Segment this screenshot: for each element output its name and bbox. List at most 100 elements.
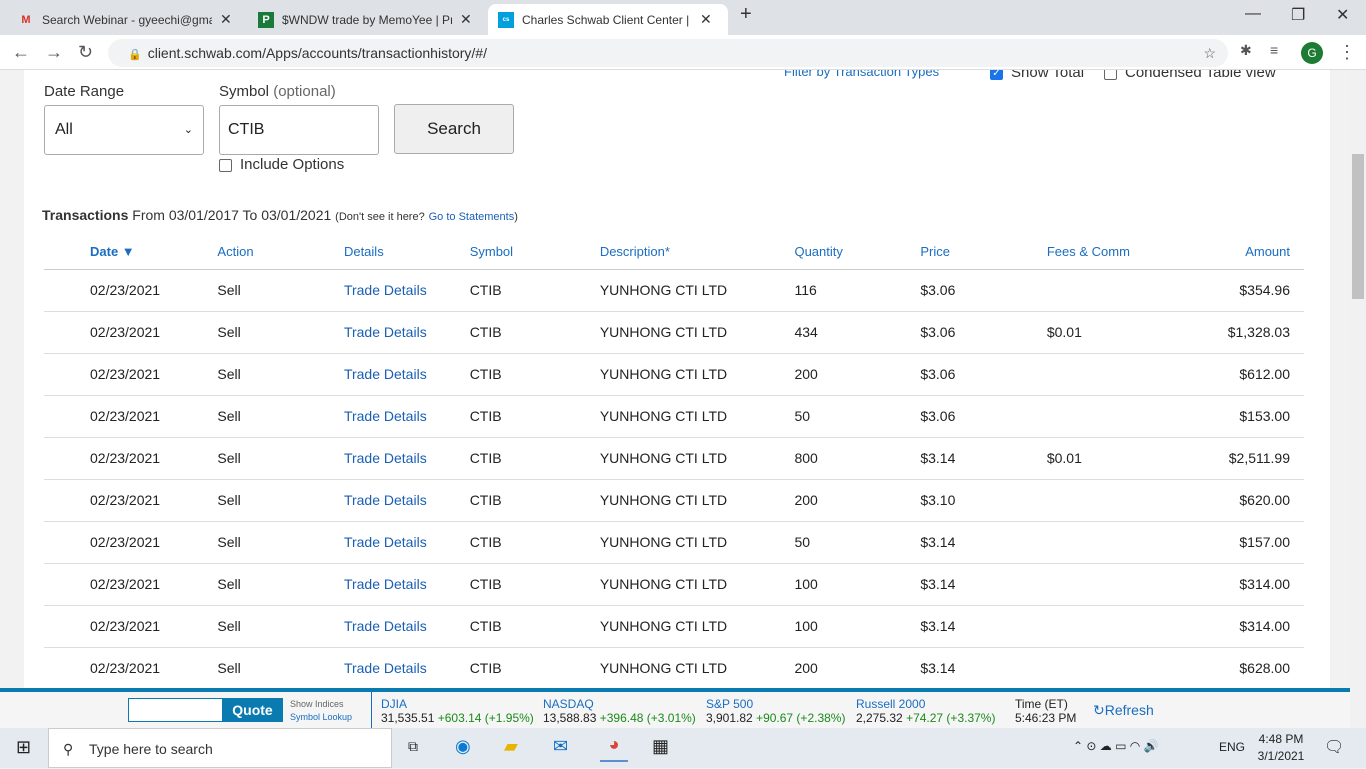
- trade-details-link-cell[interactable]: Trade Details: [343, 521, 470, 564]
- gmail-icon: M: [21, 13, 31, 26]
- tab-gmail[interactable]: M Search Webinar - gyeechi@gmail ✕: [8, 4, 242, 35]
- star-icon[interactable]: ☆: [1203, 39, 1216, 67]
- action-cell: Sell: [217, 353, 344, 396]
- menu-icon[interactable]: ⋮: [1338, 42, 1356, 63]
- trade-details-link-cell[interactable]: Trade Details: [343, 311, 470, 354]
- trade-details-link-cell[interactable]: Trade Details: [343, 353, 470, 396]
- date-range-select[interactable]: All ⌄: [44, 105, 204, 155]
- quantity-cell: 200: [794, 647, 921, 688]
- trade-details-link-cell[interactable]: Trade Details: [343, 437, 470, 480]
- index-djia[interactable]: DJIA 31,535.51 +603.14 (+1.95%): [381, 697, 534, 725]
- fees-cell: [1046, 563, 1201, 606]
- transactions-summary: Transactions From 03/01/2017 To 03/01/20…: [42, 207, 518, 223]
- new-tab-icon[interactable]: +: [740, 3, 752, 26]
- column-header[interactable]: Details: [343, 235, 470, 270]
- language-indicator[interactable]: ENG: [1219, 740, 1245, 754]
- calculator-icon[interactable]: ▦: [652, 736, 669, 757]
- scrollbar[interactable]: [1350, 70, 1366, 728]
- action-cell: Sell: [217, 647, 344, 688]
- avatar[interactable]: G: [1301, 42, 1323, 64]
- index-sp500[interactable]: S&P 500 3,901.82 +90.67 (+2.38%): [706, 697, 845, 725]
- amount-cell: $153.00: [1200, 395, 1304, 438]
- symbol-cell: CTIB: [469, 269, 582, 312]
- scrollbar-thumb[interactable]: [1352, 154, 1364, 299]
- symbol-lookup-link[interactable]: Symbol Lookup: [290, 712, 352, 722]
- windows-start-icon[interactable]: ⊞: [16, 737, 31, 758]
- reload-icon[interactable]: ↻: [78, 42, 93, 63]
- refresh-button[interactable]: ↻Refresh: [1093, 702, 1154, 719]
- table-row: 02/23/2021 Sell Trade Details CTIB YUNHONG C…: [44, 269, 1304, 312]
- tab-strip: M Search Webinar - gyeechi@gmail ✕ P $WNDW …: [0, 0, 1366, 35]
- trade-details-link-cell[interactable]: Trade Details: [343, 479, 470, 522]
- tab-schwab[interactable]: cs Charles Schwab Client Center | Ac ✕: [488, 4, 728, 35]
- url-field[interactable]: 🔒 client.schwab.com/Apps/accounts/transac…: [108, 39, 1228, 67]
- tab-memoyee[interactable]: P $WNDW trade by MemoYee | Pro ✕: [248, 4, 482, 35]
- statements-link[interactable]: Go to Statements: [429, 211, 515, 223]
- close-tab-icon[interactable]: ✕: [220, 11, 232, 28]
- task-view-icon[interactable]: ⧉: [408, 738, 418, 755]
- clock[interactable]: 4:48 PM 3/1/2021: [1256, 731, 1306, 765]
- trade-details-link-cell[interactable]: Trade Details: [343, 605, 470, 648]
- date-cell: 02/23/2021: [44, 563, 218, 606]
- restore-icon[interactable]: ❐: [1291, 5, 1305, 25]
- symbol-input[interactable]: CTIB: [219, 105, 379, 155]
- symbol-cell: CTIB: [469, 311, 582, 354]
- close-tab-icon[interactable]: ✕: [700, 11, 712, 28]
- forward-icon[interactable]: →: [45, 42, 63, 63]
- action-cell: Sell: [217, 563, 344, 606]
- description-cell: YUNHONG CTI LTD: [581, 605, 795, 648]
- minimize-icon[interactable]: —: [1245, 5, 1261, 23]
- include-options-checkbox[interactable]: Include Options: [219, 156, 344, 173]
- table-row: 02/23/2021 Sell Trade Details CTIB YUNHONG C…: [44, 479, 1304, 522]
- symbol-cell: CTIB: [469, 395, 582, 438]
- chrome-icon[interactable]: ◕: [600, 734, 628, 762]
- media-icon[interactable]: ≡: [1270, 42, 1278, 58]
- action-cell: Sell: [217, 269, 344, 312]
- price-cell: $3.14: [920, 437, 1047, 480]
- quantity-cell: 800: [794, 437, 921, 480]
- table-row: 02/23/2021 Sell Trade Details CTIB YUNHONG C…: [44, 563, 1304, 606]
- index-nasdaq[interactable]: NASDAQ 13,588.83 +396.48 (+3.01%): [543, 697, 696, 725]
- quote-button[interactable]: Quote: [222, 698, 283, 722]
- show-total-checkbox[interactable]: ✓ Show Total: [990, 70, 1084, 81]
- index-russell[interactable]: Russell 2000 2,275.32 +74.27 (+3.37%): [856, 697, 995, 725]
- column-header[interactable]: Symbol: [469, 235, 582, 270]
- search-button[interactable]: Search: [394, 104, 514, 154]
- column-header[interactable]: Quantity: [794, 235, 921, 270]
- symbol-cell: CTIB: [469, 647, 582, 688]
- column-header[interactable]: Action: [217, 235, 344, 270]
- price-cell: $3.14: [920, 647, 1047, 688]
- quote-input[interactable]: [128, 698, 223, 722]
- column-header[interactable]: Amount: [1200, 235, 1304, 270]
- close-window-icon[interactable]: ✕: [1336, 5, 1349, 25]
- transaction-history-page: Filter by Transaction Types ✓ Show Total …: [24, 70, 1330, 688]
- file-explorer-icon[interactable]: ▰: [504, 736, 518, 757]
- column-header[interactable]: Fees & Comm: [1046, 235, 1201, 270]
- table-row: 02/23/2021 Sell Trade Details CTIB YUNHONG C…: [44, 353, 1304, 396]
- mail-icon[interactable]: ✉: [553, 736, 568, 757]
- close-tab-icon[interactable]: ✕: [460, 11, 472, 28]
- action-cell: Sell: [217, 605, 344, 648]
- trade-details-link-cell[interactable]: Trade Details: [343, 395, 470, 438]
- trade-details-link-cell[interactable]: Trade Details: [343, 647, 470, 688]
- edge-icon[interactable]: ◉: [455, 736, 471, 757]
- filter-types-link[interactable]: Filter by Transaction Types: [784, 70, 939, 79]
- price-cell: $3.10: [920, 479, 1047, 522]
- condensed-checkbox[interactable]: Condensed Table view: [1104, 70, 1276, 81]
- amount-cell: $620.00: [1200, 479, 1304, 522]
- trade-details-link-cell[interactable]: Trade Details: [343, 269, 470, 312]
- column-header[interactable]: Price: [920, 235, 1047, 270]
- date-cell: 02/23/2021: [44, 437, 218, 480]
- extensions-icon[interactable]: ✱: [1240, 42, 1252, 59]
- back-icon[interactable]: ←: [12, 42, 30, 63]
- column-header[interactable]: Date ▼: [44, 235, 218, 270]
- taskbar: ⊞ ⚲ Type here to search ⧉ ◉ ▰ ✉ ◕ ▦ ⌃ ⊙ ☁…: [0, 728, 1366, 768]
- trade-details-link-cell[interactable]: Trade Details: [343, 563, 470, 606]
- system-tray-icons[interactable]: ⌃ ⊙ ☁ ▭ ◠ 🔊: [1073, 739, 1159, 753]
- taskbar-search[interactable]: ⚲ Type here to search: [48, 728, 392, 768]
- notifications-icon[interactable]: 🗨: [1324, 737, 1344, 757]
- action-cell: Sell: [217, 395, 344, 438]
- description-cell: YUNHONG CTI LTD: [581, 521, 795, 564]
- column-header[interactable]: Description*: [581, 235, 795, 270]
- show-indices-link[interactable]: Show Indices: [290, 699, 344, 709]
